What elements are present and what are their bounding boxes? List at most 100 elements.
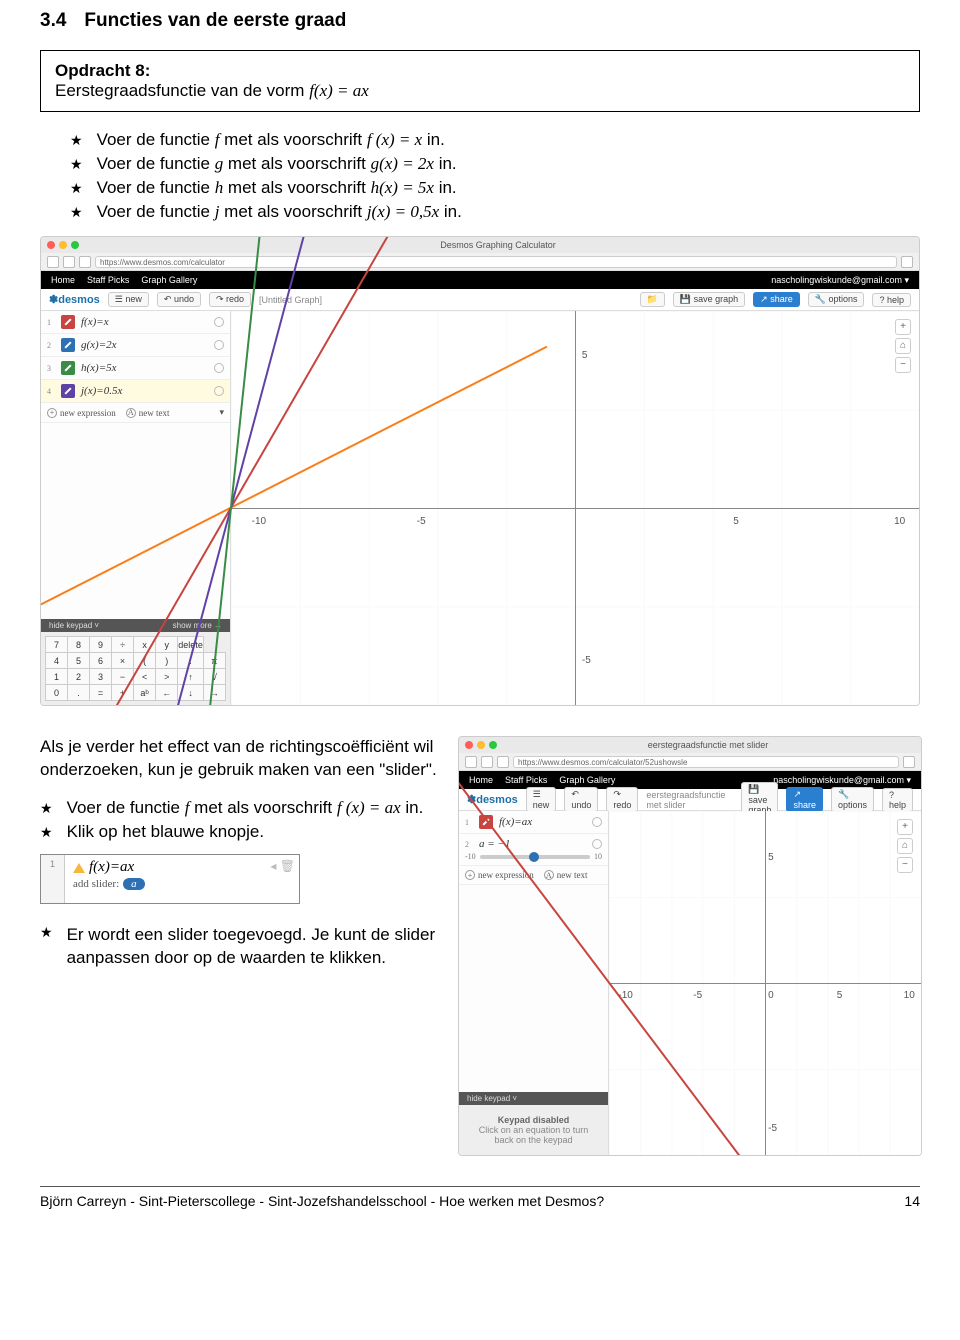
gear-icon[interactable] — [592, 839, 602, 849]
keypad-key[interactable]: > — [156, 669, 178, 685]
color-swatch[interactable] — [61, 315, 75, 329]
url-field[interactable]: https://www.desmos.com/calculator — [95, 256, 897, 268]
gear-icon[interactable] — [214, 386, 224, 396]
refresh-icon[interactable] — [497, 756, 509, 768]
nav-home[interactable]: Home — [469, 775, 493, 785]
keypad-key[interactable]: ÷ — [112, 637, 134, 653]
keypad-key[interactable]: 9 — [90, 637, 112, 653]
maximize-icon[interactable] — [71, 241, 79, 249]
maximize-icon[interactable] — [489, 741, 497, 749]
keypad-key[interactable]: 7 — [46, 637, 68, 653]
nav-graph-gallery[interactable]: Graph Gallery — [141, 275, 197, 285]
nav-staff-picks[interactable]: Staff Picks — [505, 775, 547, 785]
slider-track[interactable] — [480, 855, 590, 859]
color-swatch[interactable] — [61, 361, 75, 375]
keypad-key[interactable]: 4 — [46, 653, 68, 669]
share-button[interactable]: ↗ share — [786, 787, 823, 812]
zoom-home-button[interactable]: ⌂ — [897, 838, 913, 854]
add-slider-button[interactable]: a — [123, 878, 145, 890]
zoom-in-button[interactable]: + — [895, 319, 911, 335]
keypad-key[interactable]: y — [156, 637, 178, 653]
nav-graph-gallery[interactable]: Graph Gallery — [559, 775, 615, 785]
expression-row[interactable]: 3h(x)=5x — [41, 357, 230, 380]
zoom-home-button[interactable]: ⌂ — [895, 338, 911, 354]
zoom-out-button[interactable]: − — [895, 357, 911, 373]
new-text-button[interactable]: Anew text — [544, 870, 588, 880]
options-button[interactable]: 🔧 options — [831, 787, 874, 812]
chevron-down-icon[interactable]: ▾ — [219, 407, 224, 418]
back-icon[interactable] — [47, 256, 59, 268]
slider-row[interactable]: 2a = −1 -1010 — [459, 834, 608, 866]
graph-area[interactable]: -10 -5 0 5 10 5 -5 + ⌂ − — [609, 811, 921, 1155]
undo-button[interactable]: ↶ undo — [564, 787, 598, 812]
url-field[interactable]: https://www.desmos.com/calculator/52usho… — [513, 756, 899, 768]
minimize-icon[interactable] — [477, 741, 485, 749]
help-button[interactable]: ? help — [882, 788, 913, 812]
redo-button[interactable]: ↷ redo — [209, 292, 251, 307]
keypad-key[interactable]: ) — [156, 653, 178, 669]
tick-label: 5 — [733, 516, 739, 527]
keypad-key[interactable]: × — [112, 653, 134, 669]
keypad-key[interactable]: → — [203, 685, 225, 701]
chevron-icon[interactable]: ◂ — [270, 859, 276, 873]
gear-icon[interactable] — [214, 317, 224, 327]
graph-title[interactable]: eerstegraadsfunctie met slider — [646, 790, 725, 810]
options-button[interactable]: 🔧 options — [808, 292, 865, 307]
save-button[interactable]: 💾 save graph — [673, 292, 745, 307]
new-button[interactable]: ☰ new — [526, 787, 557, 812]
color-swatch[interactable] — [61, 384, 75, 398]
refresh-icon[interactable] — [79, 256, 91, 268]
minimize-icon[interactable] — [59, 241, 67, 249]
keypad-toggle[interactable]: hide keypad ˅ — [459, 1092, 608, 1105]
close-icon[interactable] — [47, 241, 55, 249]
expression-row[interactable]: 1f(x)=x — [41, 311, 230, 334]
close-icon[interactable] — [465, 741, 473, 749]
keypad-key[interactable]: . — [68, 685, 90, 701]
redo-button[interactable]: ↷ redo — [606, 787, 638, 812]
forward-icon[interactable] — [63, 256, 75, 268]
keypad-key[interactable]: 1 — [46, 669, 68, 685]
gear-icon[interactable] — [214, 340, 224, 350]
keypad-key[interactable]: ↑ — [178, 669, 204, 685]
new-text-button[interactable]: Anew text — [126, 408, 170, 418]
keypad-key[interactable]: aᵇ — [134, 685, 156, 701]
nav-staff-picks[interactable]: Staff Picks — [87, 275, 129, 285]
back-icon[interactable] — [465, 756, 477, 768]
keypad-key[interactable]: 5 — [68, 653, 90, 669]
new-expression-button[interactable]: +new expression — [47, 408, 116, 418]
keypad-key[interactable]: 3 — [90, 669, 112, 685]
graph-title[interactable]: [Untitled Graph] — [259, 295, 322, 305]
gear-icon[interactable] — [592, 817, 602, 827]
forward-icon[interactable] — [481, 756, 493, 768]
share-button[interactable]: ↗ share — [753, 292, 800, 307]
nav-user[interactable]: nascholingwiskunde@gmail.com ▾ — [773, 775, 911, 786]
trash-icon[interactable]: 🗑 — [280, 859, 295, 873]
graph-area[interactable]: -10 -5 5 10 5 -5 + ⌂ − — [231, 311, 919, 705]
expression-row[interactable]: 4j(x)=0.5x — [41, 380, 230, 403]
new-button[interactable]: ☰ new — [108, 292, 149, 307]
window-title: Desmos Graphing Calculator — [83, 240, 913, 250]
slider-thumb[interactable] — [529, 852, 539, 862]
slider-max[interactable]: 10 — [594, 852, 602, 861]
keypad-key[interactable]: ← — [156, 685, 178, 701]
reader-icon[interactable] — [901, 256, 913, 268]
keypad-key[interactable]: = — [90, 685, 112, 701]
nav-user[interactable]: nascholingwiskunde@gmail.com ▾ — [771, 275, 909, 286]
color-swatch[interactable] — [61, 338, 75, 352]
gear-icon[interactable] — [214, 363, 224, 373]
keypad-key[interactable]: 0 — [46, 685, 68, 701]
reader-icon[interactable] — [903, 756, 915, 768]
slider-min[interactable]: -10 — [465, 852, 476, 861]
keypad-key[interactable]: 8 — [68, 637, 90, 653]
keypad-key[interactable]: 2 — [68, 669, 90, 685]
expression-row[interactable]: 2g(x)=2x — [41, 334, 230, 357]
undo-button[interactable]: ↶ undo — [157, 292, 201, 307]
open-button[interactable]: 📁 — [640, 292, 665, 307]
zoom-out-button[interactable]: − — [897, 857, 913, 873]
help-button[interactable]: ? help — [872, 293, 911, 307]
footer-text: Björn Carreyn - Sint-Pieterscollege - Si… — [40, 1193, 604, 1209]
zoom-in-button[interactable]: + — [897, 819, 913, 835]
task-item: ★Er wordt een slider toegevoegd. Je kunt… — [40, 924, 440, 970]
nav-home[interactable]: Home — [51, 275, 75, 285]
keypad-key[interactable]: 6 — [90, 653, 112, 669]
